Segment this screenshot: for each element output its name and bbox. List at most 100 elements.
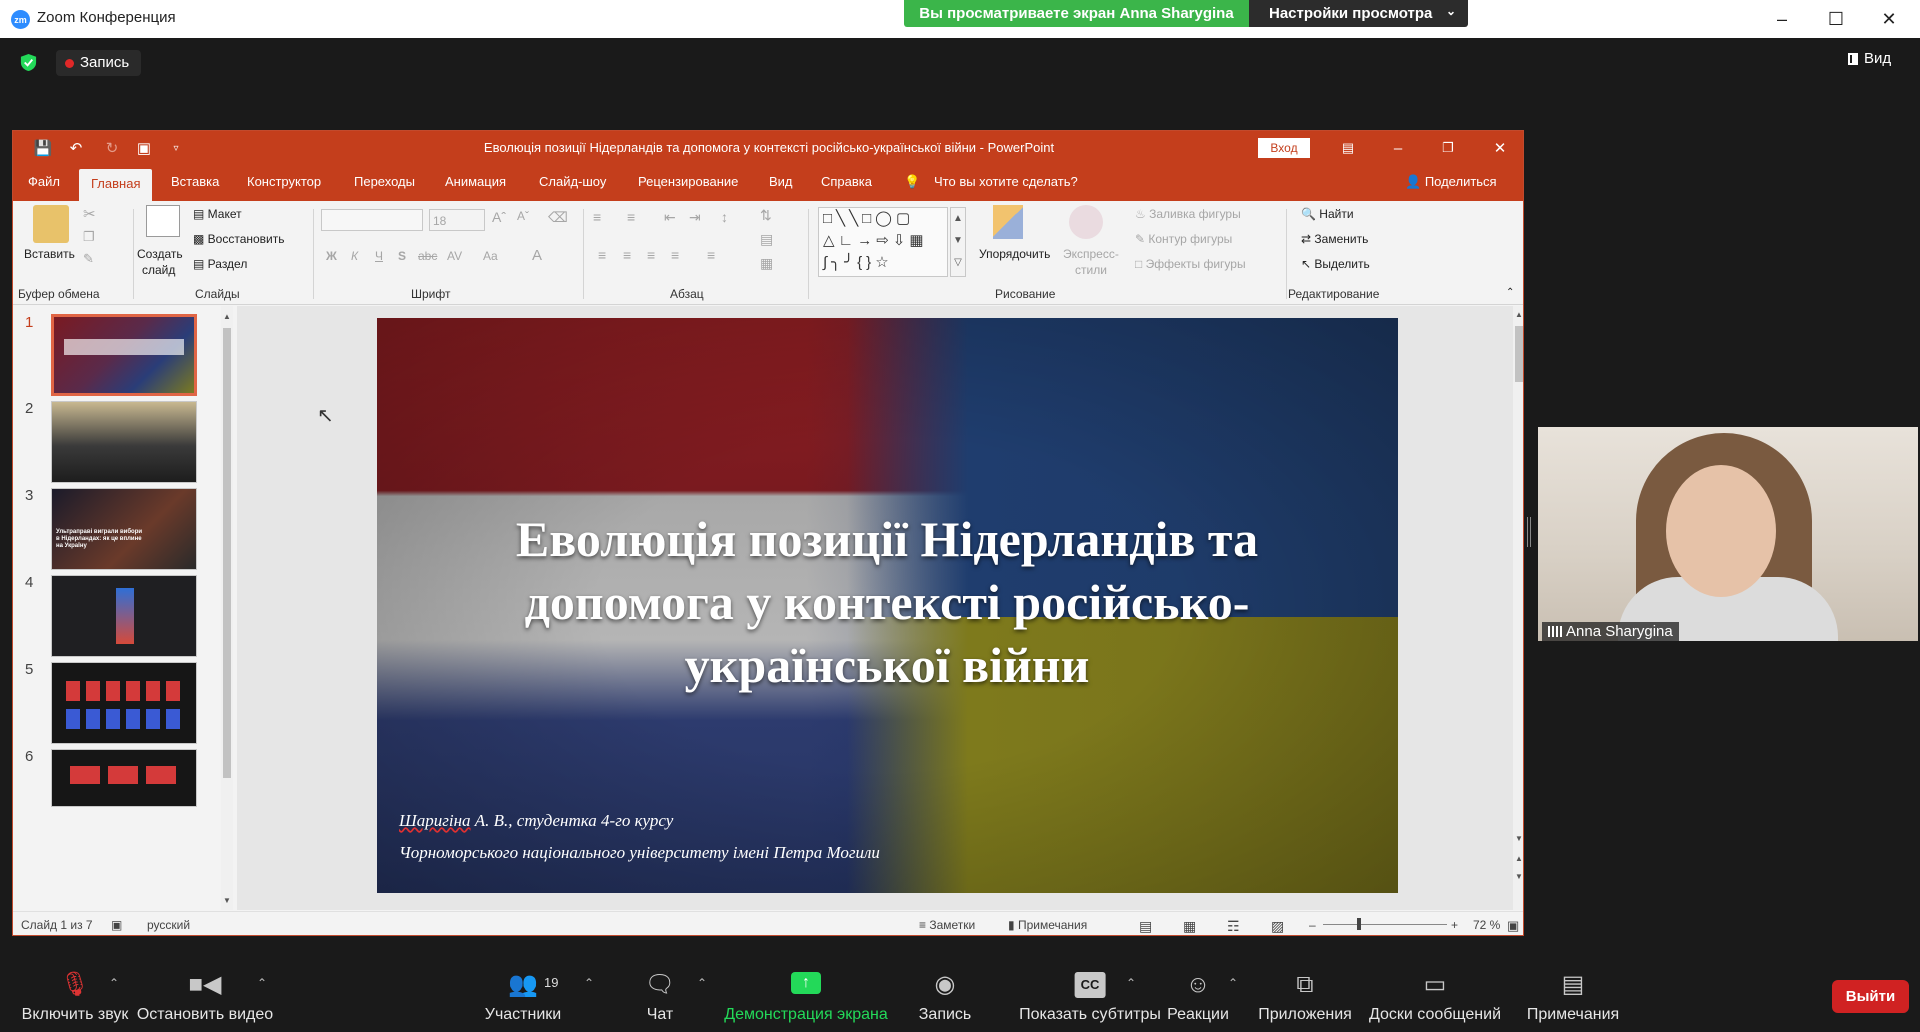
maximize-icon[interactable]: ☐ bbox=[1813, 6, 1859, 32]
participants-label: Участники bbox=[484, 1006, 562, 1023]
participants-icon: 👥 bbox=[508, 971, 538, 998]
scroll-down-icon[interactable]: ▼ bbox=[1515, 834, 1523, 843]
shapes-scroll[interactable]: ▲ ▼ ▽ bbox=[950, 207, 966, 277]
thumbnail-slide-6[interactable] bbox=[51, 749, 197, 807]
shield-icon[interactable] bbox=[19, 53, 38, 72]
zoom-percent[interactable]: 72 % bbox=[1473, 918, 1500, 932]
shape-effects-button: □ Эффекты фигуры bbox=[1135, 257, 1246, 271]
tab-animation[interactable]: Анимация bbox=[445, 174, 506, 189]
thumbnail-slide-1[interactable] bbox=[51, 314, 197, 396]
new-slide-label-1[interactable]: Создать bbox=[137, 247, 183, 261]
ppt-restore-icon[interactable]: ❐ bbox=[1428, 136, 1468, 160]
participants-button[interactable]: 👥 19 Участники bbox=[448, 956, 598, 1032]
tab-help[interactable]: Справка bbox=[821, 174, 872, 189]
layout-button[interactable]: ▤ Макет bbox=[193, 207, 242, 221]
share-screen-icon: ↑ bbox=[791, 972, 821, 994]
scroll-thumb[interactable] bbox=[223, 328, 231, 778]
language[interactable]: русский bbox=[147, 918, 190, 932]
chat-button[interactable]: 🗨 Чат bbox=[585, 956, 735, 1032]
fit-slide-icon[interactable]: ▣ bbox=[1507, 918, 1519, 934]
slide-author[interactable]: Шаригіна А. В., студентка 4-го курсу bbox=[399, 811, 673, 831]
notes-label: Примечания bbox=[1526, 1006, 1620, 1023]
comments-button[interactable]: ▮ Примечания bbox=[1008, 918, 1087, 932]
tab-file[interactable]: Файл bbox=[28, 174, 60, 189]
scroll-down-icon[interactable]: ▼ bbox=[223, 896, 231, 905]
scroll-thumb[interactable] bbox=[1515, 326, 1523, 382]
shapes-gallery[interactable]: □╲╲□◯▢ △∟→⇨⇩▦ ∫╮╯{}☆ bbox=[818, 207, 948, 277]
tab-view[interactable]: Вид bbox=[769, 174, 793, 189]
share-banner: Вы просматриваете экран Anna Sharygina bbox=[904, 0, 1249, 27]
section-button[interactable]: ▤ Раздел bbox=[193, 257, 247, 271]
zoom-slider[interactable] bbox=[1323, 924, 1447, 925]
find-button[interactable]: 🔍 Найти bbox=[1301, 207, 1354, 221]
close-icon[interactable]: ✕ bbox=[1866, 6, 1912, 32]
thumbnail-slide-5[interactable] bbox=[51, 662, 197, 744]
unmute-button[interactable]: 🎙 Включить звук bbox=[0, 956, 150, 1032]
tab-design[interactable]: Конструктор bbox=[247, 174, 321, 189]
scroll-up-icon[interactable]: ▲ bbox=[223, 312, 231, 321]
new-slide-icon[interactable] bbox=[146, 205, 180, 237]
normal-view-icon[interactable]: ▤ bbox=[1139, 918, 1152, 935]
video-options-caret[interactable]: ⌃ bbox=[257, 976, 267, 990]
thumbnail-slide-4[interactable] bbox=[51, 575, 197, 657]
chat-caret[interactable]: ⌃ bbox=[697, 976, 707, 990]
reset-button[interactable]: ▩ Восстановить bbox=[193, 232, 285, 246]
font-color-icon: A bbox=[532, 247, 543, 264]
new-slide-label-2[interactable]: слайд bbox=[142, 263, 175, 277]
share-button[interactable]: 👤 Поделиться bbox=[1405, 174, 1497, 190]
resize-handle-icon[interactable] bbox=[1527, 517, 1531, 547]
whiteboards-button[interactable]: ▭ Доски сообщений bbox=[1360, 956, 1510, 1032]
signal-bars-icon bbox=[1548, 626, 1562, 637]
slide-title[interactable]: Еволюція позиції Нідерландів та допомога… bbox=[437, 508, 1337, 697]
thumbnails-scrollbar[interactable]: ▲ ▼ bbox=[221, 306, 233, 910]
select-button[interactable]: ↖ Выделить bbox=[1301, 257, 1370, 271]
notes-button[interactable]: ▤ Примечания bbox=[1498, 956, 1648, 1032]
paste-icon[interactable] bbox=[33, 205, 69, 243]
slide-university[interactable]: Чорноморського національного університет… bbox=[399, 843, 880, 863]
ribbon-display-icon[interactable]: ▤ bbox=[1328, 136, 1368, 160]
notes-button[interactable]: ≡ Заметки bbox=[919, 918, 975, 932]
participant-name: Anna Sharygina bbox=[1566, 623, 1673, 640]
tab-review[interactable]: Рецензирование bbox=[638, 174, 738, 189]
reading-view-icon[interactable]: ☶ bbox=[1227, 918, 1240, 935]
thumbnail-slide-3[interactable]: Ультраправі виграли вибори в Нідерландах… bbox=[51, 488, 197, 570]
tell-me-search[interactable]: Что вы хотите сделать? bbox=[934, 174, 1078, 189]
arrange-label[interactable]: Упорядочить bbox=[979, 247, 1050, 261]
collapse-ribbon-icon[interactable]: ⌃ bbox=[1506, 287, 1514, 298]
spellcheck-icon[interactable]: ▣ bbox=[111, 918, 122, 932]
tab-transitions[interactable]: Переходы bbox=[354, 174, 415, 189]
apps-button[interactable]: ⧉ Приложения bbox=[1230, 956, 1380, 1032]
minimize-icon[interactable]: – bbox=[1759, 6, 1805, 32]
record-button[interactable]: ◉ Запись bbox=[870, 956, 1020, 1032]
next-slide-icon[interactable]: ▼ bbox=[1515, 872, 1523, 881]
paste-label[interactable]: Вставить bbox=[24, 247, 75, 261]
stop-video-button[interactable]: ■◀ Остановить видео bbox=[130, 956, 280, 1032]
arrange-icon[interactable] bbox=[993, 205, 1023, 239]
thumbnail-slide-2[interactable] bbox=[51, 401, 197, 483]
ppt-minimize-icon[interactable]: – bbox=[1378, 136, 1418, 160]
share-screen-button[interactable]: ↑ Демонстрация экрана bbox=[716, 956, 896, 1032]
slideshow-view-icon[interactable]: ▨ bbox=[1271, 918, 1284, 935]
leave-button[interactable]: Выйти bbox=[1832, 980, 1909, 1013]
sorter-view-icon[interactable]: ▦ bbox=[1183, 918, 1196, 935]
view-button[interactable]: Вид bbox=[1848, 50, 1891, 67]
tab-home[interactable]: Главная bbox=[79, 169, 153, 201]
replace-button[interactable]: ⇄ Заменить bbox=[1301, 232, 1368, 246]
tab-slideshow[interactable]: Слайд-шоу bbox=[539, 174, 606, 189]
recording-indicator[interactable]: Запись bbox=[56, 50, 142, 76]
audio-options-caret[interactable]: ⌃ bbox=[109, 976, 119, 990]
current-slide[interactable]: Еволюція позиції Нідерландів та допомога… bbox=[377, 318, 1398, 893]
view-options-button[interactable]: Настройки просмотра ⌄ bbox=[1249, 0, 1468, 27]
zoom-out-icon[interactable]: – bbox=[1309, 918, 1316, 932]
slide-scrollbar[interactable]: ▲ ▼ ▲ ▼ bbox=[1513, 306, 1523, 910]
cut-icon: ✂ bbox=[83, 206, 96, 223]
scroll-up-icon[interactable]: ▲ bbox=[1515, 310, 1523, 319]
participant-video[interactable]: Anna Sharygina bbox=[1538, 427, 1918, 641]
prev-slide-icon[interactable]: ▲ bbox=[1515, 854, 1523, 863]
login-button[interactable]: Вход bbox=[1258, 138, 1310, 158]
zoom-slider-handle[interactable] bbox=[1357, 918, 1361, 930]
zoom-in-icon[interactable]: + bbox=[1451, 918, 1458, 932]
font-size-select: 18 bbox=[429, 209, 485, 231]
ppt-close-icon[interactable]: ✕ bbox=[1480, 136, 1520, 160]
tab-insert[interactable]: Вставка bbox=[171, 174, 219, 189]
